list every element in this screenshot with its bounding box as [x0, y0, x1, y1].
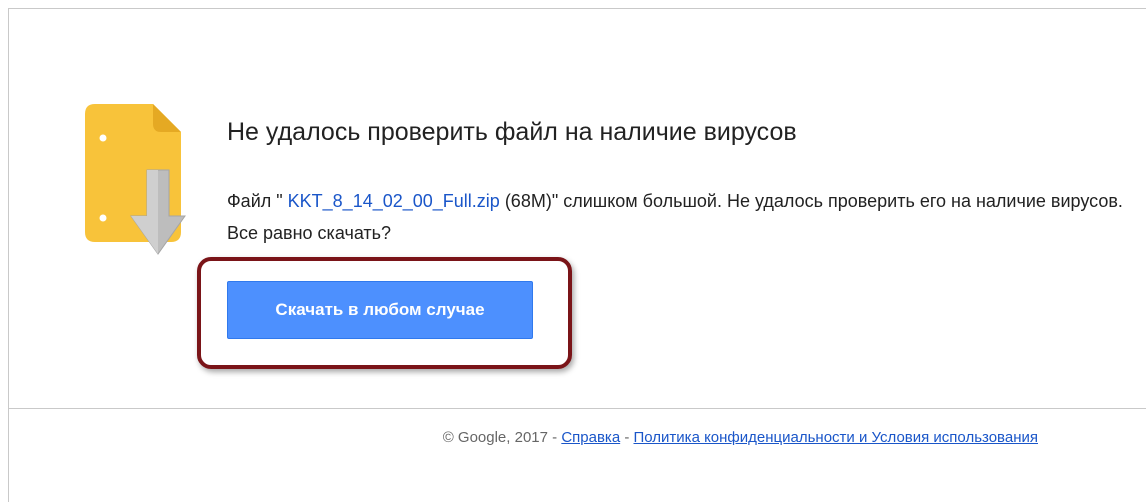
copyright-text: © Google, 2017 - — [442, 429, 562, 446]
file-download-icon — [85, 104, 205, 274]
privacy-terms-link[interactable]: Политика конфиденциальности и Условия ис… — [634, 429, 1039, 446]
help-link[interactable]: Справка — [561, 429, 620, 446]
page-frame: Не удалось проверить файл на наличие вир… — [8, 8, 1146, 502]
warning-message: Файл " KKT_8_14_02_00_Full.zip (68M)" сл… — [227, 185, 1127, 249]
footer: © Google, 2017 - Справка - Политика конф… — [9, 429, 1038, 446]
download-anyway-button[interactable]: Скачать в любом случае — [227, 281, 533, 339]
warning-title: Не удалось проверить файл на наличие вир… — [227, 118, 797, 146]
footer-divider — [9, 408, 1146, 409]
message-prefix: Файл " — [227, 191, 288, 211]
file-name-link[interactable]: KKT_8_14_02_00_Full.zip — [288, 191, 500, 211]
footer-separator: - — [620, 429, 634, 446]
